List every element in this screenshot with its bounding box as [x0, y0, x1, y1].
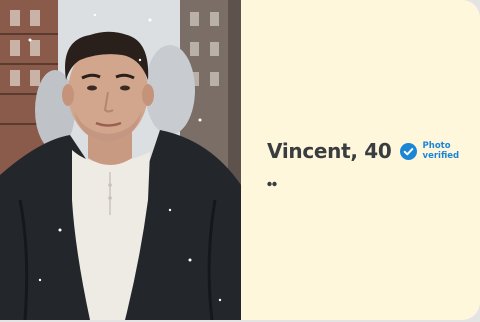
quote-icon [267, 173, 277, 187]
profile-info: Vincent, 40 Photo verified [241, 0, 480, 320]
profile-photo-image [0, 0, 241, 320]
verified-check-icon [399, 142, 417, 160]
profile-photo[interactable] [0, 0, 241, 320]
profile-name-age: Vincent, 40 [267, 139, 392, 163]
profile-card[interactable]: Vincent, 40 Photo verified [0, 0, 480, 320]
photo-verified-label: Photo verified [422, 141, 460, 161]
name-row: Vincent, 40 Photo verified [267, 139, 463, 163]
